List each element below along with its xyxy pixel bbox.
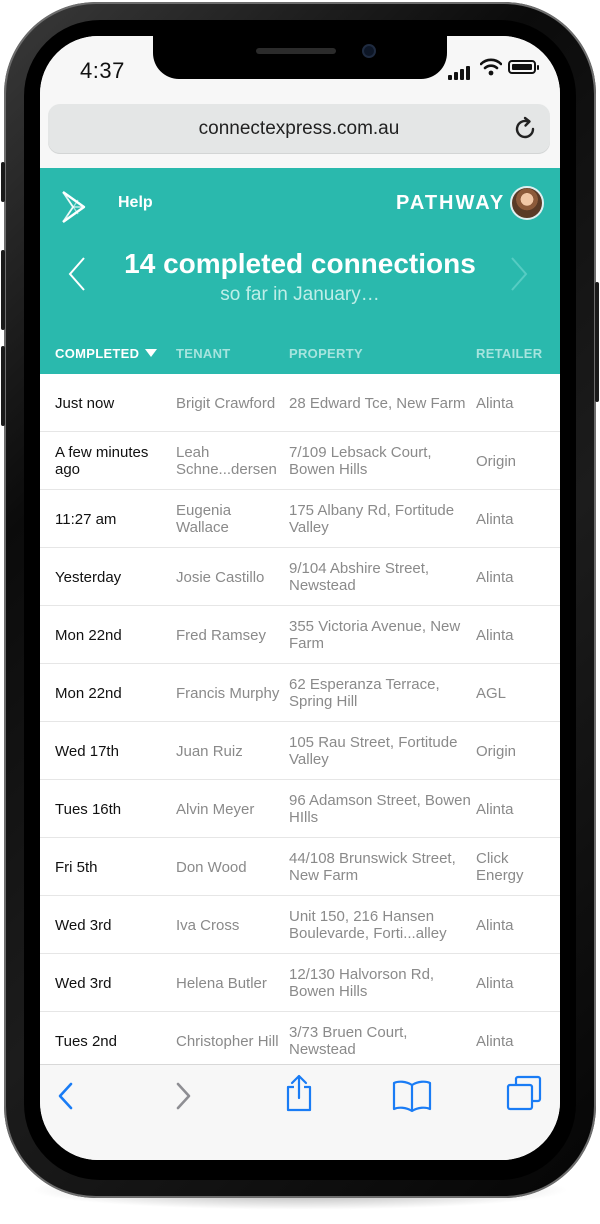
cell-property: 7/109 Lebsack Court, Bowen Hills — [289, 444, 432, 478]
cell-property: 44/108 Brunswick Street, New Farm — [289, 850, 456, 884]
tabs-icon[interactable] — [506, 1075, 542, 1113]
table-row[interactable]: Yesterday Josie Castillo 9/104 Abshire Str… — [40, 548, 560, 606]
column-header-retailer[interactable]: RETAILER — [476, 346, 542, 361]
table-row[interactable]: Mon 22nd Fred Ramsey 355 Victoria Avenue, … — [40, 606, 560, 664]
connections-table: Just now Brigit Crawford 28 Edward Tce, Ne… — [40, 374, 560, 1064]
forward-icon[interactable] — [171, 1079, 195, 1113]
book-icon[interactable] — [392, 1079, 432, 1113]
cell-completed: Tues 2nd — [55, 1032, 117, 1050]
cell-completed: Mon 22nd — [55, 684, 122, 702]
cell-retailer: AGL — [476, 684, 507, 702]
cell-tenant: Iva Cross — [176, 916, 240, 934]
avatar[interactable] — [510, 186, 544, 220]
cell-tenant: Christopher Hill — [176, 1032, 279, 1050]
brand-name: PATHWAY — [396, 192, 506, 214]
cell-tenant: Alvin Meyer — [176, 800, 255, 818]
cell-tenant: Leah Schne...dersen — [176, 444, 277, 478]
column-header-tenant[interactable]: TENANT — [176, 346, 231, 361]
column-header-completed[interactable]: COMPLETED — [55, 346, 158, 361]
table-row[interactable]: Tues 16th Alvin Meyer 96 Adamson Street, B… — [40, 780, 560, 838]
cell-property: 28 Edward Tce, New Farm — [289, 394, 466, 412]
pathway-logo-icon[interactable] — [60, 190, 88, 224]
cell-completed: Wed 17th — [55, 742, 119, 760]
cell-retailer: Alinta — [476, 974, 514, 992]
cell-property: 12/130 Halvorson Rd, Bowen Hills — [289, 966, 435, 1000]
signal-icon — [448, 62, 472, 80]
cell-retailer: Click Energy — [476, 850, 524, 884]
cell-retailer: Alinta — [476, 1032, 514, 1050]
cell-property: 175 Albany Rd, Fortitude Valley — [289, 502, 455, 536]
cell-completed: Mon 22nd — [55, 626, 122, 644]
share-icon[interactable] — [284, 1073, 314, 1113]
back-icon[interactable] — [54, 1079, 78, 1113]
page-header: Help PATHWAY 14 completed connections so… — [40, 168, 560, 374]
cell-completed: Yesterday — [55, 568, 122, 586]
cell-completed: Just now — [55, 394, 115, 412]
battery-icon — [508, 60, 539, 74]
cell-tenant: Josie Castillo — [176, 568, 265, 586]
front-camera — [362, 44, 376, 58]
cell-completed: Tues 16th — [55, 800, 122, 818]
table-row[interactable]: A few minutes ago Leah Schne...dersen 7/10… — [40, 432, 560, 490]
cell-tenant: Don Wood — [176, 858, 247, 876]
cell-retailer: Alinta — [476, 800, 514, 818]
cell-property: 96 Adamson Street, Bowen HIlls — [289, 792, 471, 826]
cell-property: 355 Victoria Avenue, New Farm — [289, 618, 461, 652]
cell-retailer: Alinta — [476, 626, 514, 644]
cell-completed: Wed 3rd — [55, 974, 112, 992]
cell-retailer: Alinta — [476, 510, 514, 528]
reload-icon[interactable] — [512, 116, 538, 142]
column-header-property[interactable]: PROPERTY — [289, 346, 363, 361]
cell-tenant: Fred Ramsey — [176, 626, 267, 644]
table-row[interactable]: Wed 3rd Helena Butler 12/130 Halvorson Rd,… — [40, 954, 560, 1012]
cell-property: 3/73 Bruen Court, Newstead — [289, 1024, 408, 1058]
volume-up-button — [1, 250, 5, 330]
page-subtitle: so far in January… — [220, 284, 380, 305]
cell-tenant: Francis Murphy — [176, 684, 280, 702]
browser-toolbar — [40, 1064, 560, 1160]
cell-property: 105 Rau Street, Fortitude Valley — [289, 734, 458, 768]
status-time: 4:37 — [80, 58, 125, 83]
cell-tenant: Eugenia Wallace — [176, 502, 232, 536]
table-row[interactable]: Just now Brigit Crawford 28 Edward Tce, Ne… — [40, 374, 560, 432]
cell-retailer: Alinta — [476, 568, 514, 586]
wifi-icon — [480, 58, 502, 76]
sort-caret-icon — [145, 349, 158, 357]
cell-tenant: Juan Ruiz — [176, 742, 243, 760]
help-link[interactable]: Help — [118, 194, 153, 212]
screen: 4:37 connectexpress.com.au Help PATHWAY — [40, 36, 560, 1160]
cell-completed: 11:27 am — [55, 510, 117, 528]
cell-property: 9/104 Abshire Street, Newstead — [289, 560, 430, 594]
cell-completed: Fri 5th — [55, 858, 98, 876]
table-row[interactable]: Mon 22nd Francis Murphy 62 Esperanza Terra… — [40, 664, 560, 722]
cell-retailer: Alinta — [476, 394, 514, 412]
chevron-right-icon[interactable] — [508, 256, 530, 292]
cell-tenant: Brigit Crawford — [176, 394, 276, 412]
url-text[interactable]: connectexpress.com.au — [48, 118, 550, 140]
cell-property: Unit 150, 216 Hansen Boulevarde, Forti..… — [289, 908, 447, 942]
cell-retailer: Alinta — [476, 916, 514, 934]
cell-completed: Wed 3rd — [55, 916, 112, 934]
table-row[interactable]: Wed 3rd Iva Cross Unit 150, 216 Hansen Bou… — [40, 896, 560, 954]
cell-property: 62 Esperanza Terrace, Spring Hill — [289, 676, 440, 710]
address-bar[interactable]: connectexpress.com.au — [48, 104, 550, 154]
cell-tenant: Helena Butler — [176, 974, 267, 992]
table-row[interactable]: Tues 2nd Christopher Hill 3/73 Bruen Court… — [40, 1012, 560, 1064]
page-title: 14 completed connections — [124, 248, 476, 279]
cell-completed: A few minutes ago — [55, 444, 149, 478]
notch — [153, 36, 447, 79]
speaker — [256, 48, 336, 54]
cell-retailer: Origin — [476, 452, 517, 470]
power-button — [595, 282, 599, 402]
silent-switch — [1, 162, 5, 202]
column-header-completed-label: COMPLETED — [55, 346, 140, 361]
table-row[interactable]: Wed 17th Juan Ruiz 105 Rau Street, Fortitu… — [40, 722, 560, 780]
table-row[interactable]: 11:27 am Eugenia Wallace 175 Albany Rd, Fo… — [40, 490, 560, 548]
table-row[interactable]: Fri 5th Don Wood 44/108 Brunswick Street, … — [40, 838, 560, 896]
cell-retailer: Origin — [476, 742, 517, 760]
volume-down-button — [1, 346, 5, 426]
